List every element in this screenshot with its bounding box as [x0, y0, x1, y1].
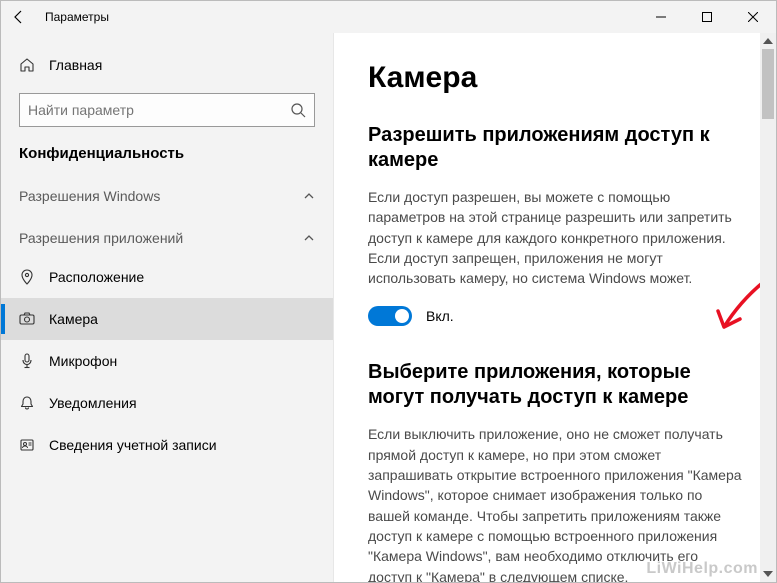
home-label: Главная [49, 57, 102, 73]
scrollbar-track[interactable] [760, 49, 776, 566]
choose-heading: Выберите приложения, которые могут получ… [368, 360, 742, 410]
section-app-permissions[interactable]: Разрешения приложений [1, 210, 333, 252]
scroll-up-icon[interactable] [763, 33, 773, 49]
nav-list: Расположение Камера Микрофон Уведомления… [1, 256, 333, 466]
sidebar-item-label: Уведомления [49, 395, 137, 411]
toggle-knob [395, 309, 409, 323]
maximize-icon [702, 12, 712, 22]
minimize-icon [656, 12, 666, 22]
close-button[interactable] [730, 1, 776, 33]
section-label: Разрешения Windows [19, 188, 160, 204]
sidebar-item-account-info[interactable]: Сведения учетной записи [1, 424, 333, 466]
sidebar-item-location[interactable]: Расположение [1, 256, 333, 298]
search-icon [290, 102, 306, 118]
titlebar: Параметры [1, 1, 776, 33]
sidebar-item-camera[interactable]: Камера [1, 298, 333, 340]
search-box[interactable] [19, 93, 315, 127]
minimize-button[interactable] [638, 1, 684, 33]
section-windows-permissions[interactable]: Разрешения Windows [1, 168, 333, 210]
body: Главная Конфиденциальность Разрешения Wi… [1, 33, 776, 582]
camera-icon [19, 311, 35, 327]
search-wrap [1, 85, 333, 127]
allow-description: Если доступ разрешен, вы можете с помощь… [368, 187, 742, 288]
sidebar-item-label: Камера [49, 311, 98, 327]
sidebar-item-microphone[interactable]: Микрофон [1, 340, 333, 382]
account-icon [19, 437, 35, 453]
home-nav[interactable]: Главная [1, 45, 333, 85]
sidebar-item-label: Микрофон [49, 353, 117, 369]
home-icon [19, 57, 35, 73]
scroll-down-icon[interactable] [763, 566, 773, 582]
arrow-left-icon [11, 9, 27, 25]
back-button[interactable] [1, 1, 37, 33]
search-input[interactable] [28, 102, 290, 118]
chevron-up-icon [303, 190, 315, 202]
toggle-row: Вкл. [368, 306, 742, 326]
microphone-icon [19, 353, 35, 369]
choose-description: Если выключить приложение, оно не сможет… [368, 424, 742, 582]
close-icon [748, 12, 758, 22]
sidebar-item-label: Сведения учетной записи [49, 437, 217, 453]
content-inner: Камера Разрешить приложениям доступ к ка… [334, 33, 776, 582]
page-title: Камера [368, 61, 742, 95]
bell-icon [19, 395, 35, 411]
maximize-button[interactable] [684, 1, 730, 33]
sidebar-item-label: Расположение [49, 269, 144, 285]
section-label: Разрешения приложений [19, 230, 183, 246]
sidebar-item-notifications[interactable]: Уведомления [1, 382, 333, 424]
camera-access-toggle[interactable] [368, 306, 412, 326]
scrollbar-thumb[interactable] [762, 49, 774, 119]
settings-window: Параметры Главная Конфиденциальность [0, 0, 777, 583]
window-title: Параметры [37, 10, 109, 24]
category-title: Конфиденциальность [1, 127, 333, 168]
allow-heading: Разрешить приложениям доступ к камере [368, 123, 742, 173]
sidebar: Главная Конфиденциальность Разрешения Wi… [1, 33, 334, 582]
chevron-up-icon [303, 232, 315, 244]
content-area: Камера Разрешить приложениям доступ к ка… [334, 33, 776, 582]
location-icon [19, 269, 35, 285]
toggle-label: Вкл. [426, 308, 454, 324]
vertical-scrollbar[interactable] [760, 33, 776, 582]
